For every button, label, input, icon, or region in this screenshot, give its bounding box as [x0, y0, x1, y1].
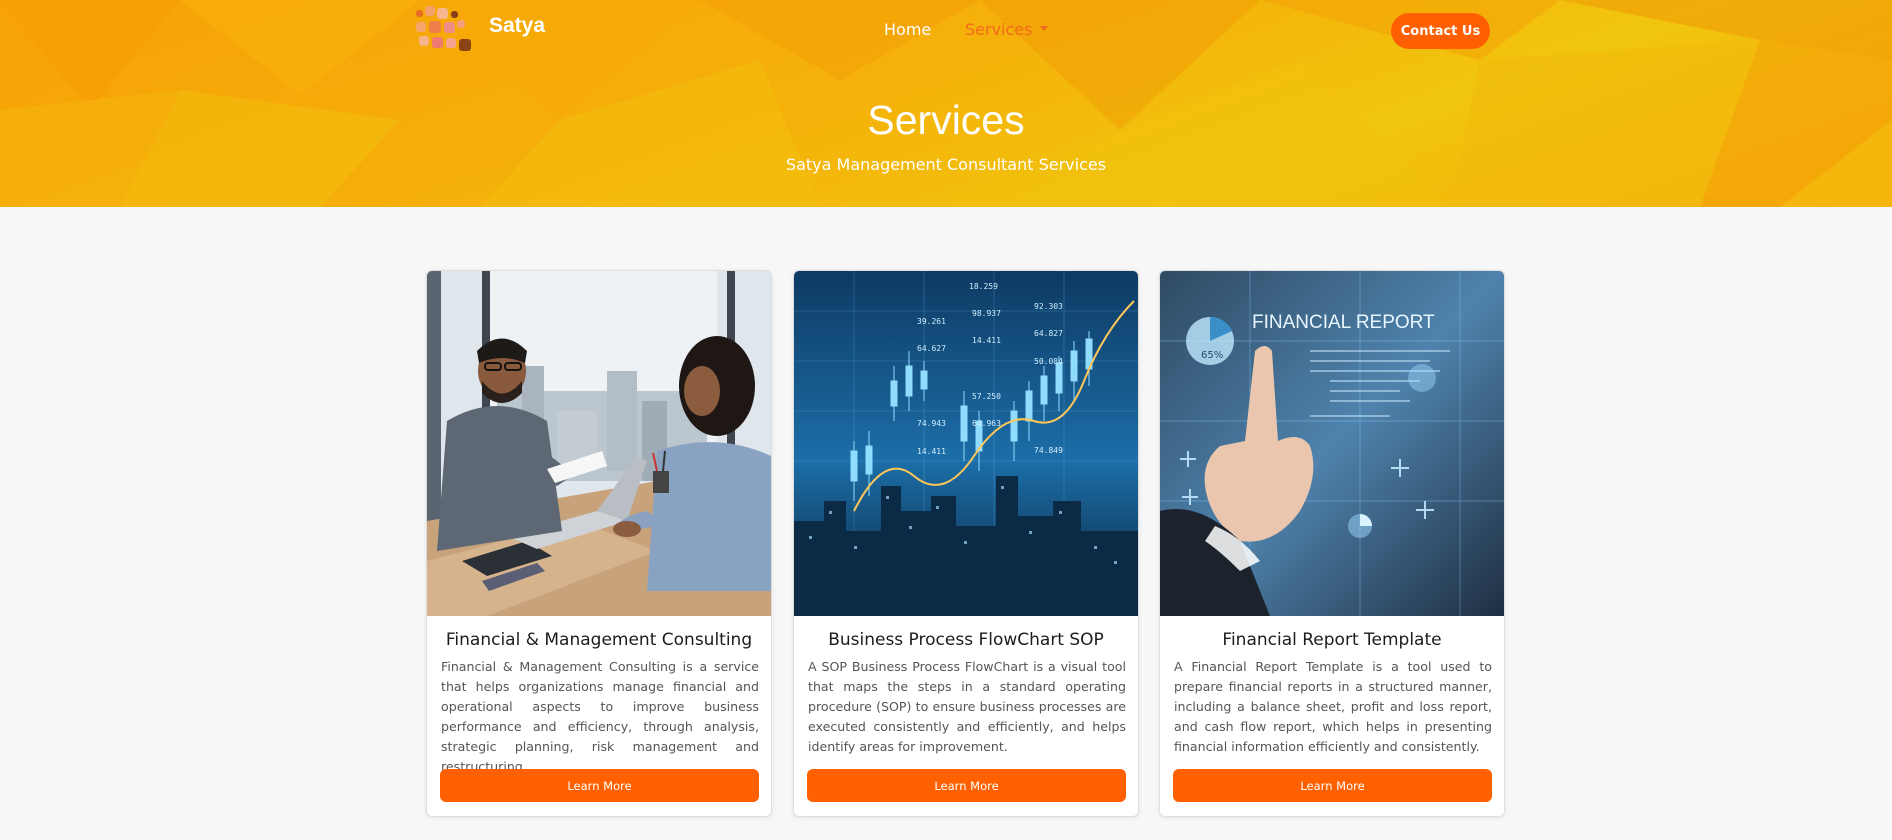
chart-number: 57.250 — [972, 392, 1001, 401]
chart-number: 98.937 — [972, 309, 1001, 318]
nav-services-dropdown[interactable]: Services — [965, 20, 1049, 39]
page-subtitle: Satya Management Consultant Services — [785, 155, 1107, 174]
nav-services-label: Services — [965, 20, 1033, 39]
chart-number: 50.084 — [1034, 357, 1063, 366]
contact-us-button[interactable]: Contact Us — [1391, 13, 1490, 49]
card-description: A SOP Business Process FlowChart is a vi… — [808, 659, 1126, 754]
logo-icon[interactable] — [416, 6, 478, 54]
service-card-consulting: Financial & Management Consulting Financ… — [426, 270, 772, 817]
card-title: Business Process FlowChart SOP — [828, 630, 1104, 650]
stock-chart-city-image: 18.259 92.303 98.937 39.261 64.827 14.41… — [794, 271, 1138, 616]
financial-report-hologram-image: FINANCIAL REPORT 65% — [1160, 271, 1504, 616]
card-description: A Financial Report Template is a tool us… — [1174, 659, 1492, 754]
learn-more-button[interactable]: Learn More — [1173, 769, 1492, 802]
chart-number: 14.411 — [917, 447, 946, 456]
report-percent: 65% — [1201, 350, 1223, 361]
report-heading: FINANCIAL REPORT — [1252, 312, 1435, 333]
chart-number: 18.259 — [969, 282, 998, 291]
card-description: Financial & Management Consulting is a s… — [441, 659, 759, 774]
chart-number: 64.963 — [972, 419, 1001, 428]
chart-number: 74.849 — [1034, 446, 1063, 455]
learn-more-button[interactable]: Learn More — [440, 769, 759, 802]
hero-banner: Satya Home Services Contact Us Services … — [0, 0, 1892, 207]
chevron-down-icon — [1040, 26, 1049, 31]
card-title: Financial & Management Consulting — [445, 630, 753, 650]
chart-number: 64.827 — [1034, 329, 1063, 338]
service-card-flowchart: 18.259 92.303 98.937 39.261 64.827 14.41… — [793, 270, 1139, 817]
chart-number: 64.627 — [917, 344, 946, 353]
chart-number: 39.261 — [917, 317, 946, 326]
brand-name[interactable]: Satya — [489, 14, 545, 38]
service-card-financial-report: FINANCIAL REPORT 65% Financial Report Te… — [1159, 270, 1505, 817]
learn-more-button[interactable]: Learn More — [807, 769, 1126, 802]
page-title: Services — [867, 97, 1025, 143]
consulting-meeting-image — [427, 271, 771, 616]
chart-number: 74.943 — [917, 419, 946, 428]
chart-number: 92.303 — [1034, 302, 1063, 311]
card-title: Financial Report Template — [1222, 630, 1442, 650]
chart-number: 14.411 — [972, 336, 1001, 345]
nav-home-link[interactable]: Home — [884, 20, 931, 39]
